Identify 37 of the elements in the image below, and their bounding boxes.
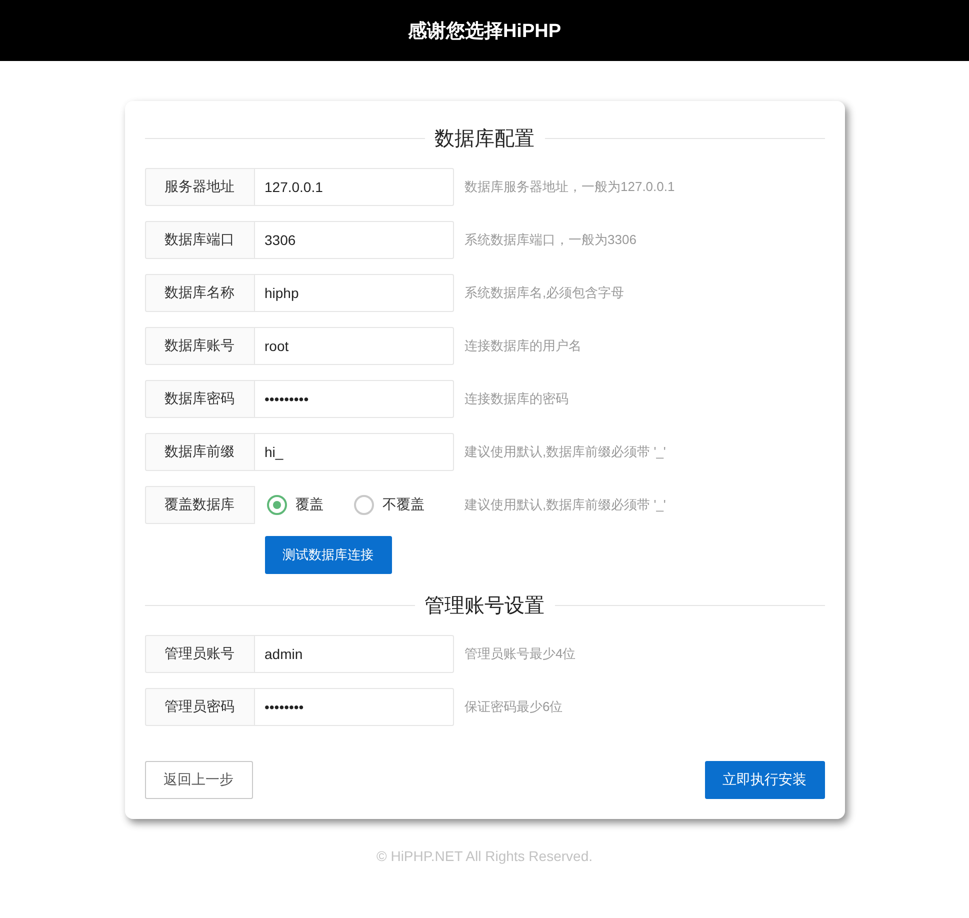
field-hint: 建议使用默认,数据库前缀必须带 '_' bbox=[464, 443, 666, 461]
input-field[interactable]: ••••••••• bbox=[254, 380, 454, 418]
section-title: 数据库配置 bbox=[434, 127, 534, 152]
radio-icon[interactable] bbox=[266, 495, 286, 515]
page-title: 感谢您选择HiPHP bbox=[408, 20, 562, 44]
field-hint: 建议使用默认,数据库前缀必须带 '_' bbox=[464, 496, 666, 514]
input-field[interactable]: admin bbox=[254, 635, 454, 673]
field-hint: 系统数据库端口，一般为3306 bbox=[464, 231, 636, 249]
input-field[interactable]: hiphp bbox=[254, 274, 454, 312]
field-label: 服务器地址 bbox=[144, 168, 254, 206]
radio-option[interactable]: 不覆盖 bbox=[354, 495, 424, 515]
test-connection-button[interactable]: 测试数据库连接 bbox=[264, 536, 392, 574]
input-field[interactable]: 3306 bbox=[254, 221, 454, 259]
input-field[interactable]: hi_ bbox=[254, 433, 454, 471]
field-label: 管理员账号 bbox=[144, 635, 254, 673]
field-hint: 连接数据库的用户名 bbox=[464, 337, 582, 355]
copyright-text: © HiPHP.NET All Rights Reserved. bbox=[376, 848, 594, 864]
field-hint: 连接数据库的密码 bbox=[464, 390, 568, 408]
field-label: 数据库前缀 bbox=[144, 433, 254, 471]
field-hint: 数据库服务器地址，一般为127.0.0.1 bbox=[464, 178, 675, 196]
field-label: 数据库端口 bbox=[144, 221, 254, 259]
field-hint: 管理员账号最少4位 bbox=[464, 645, 576, 663]
field-label: 数据库账号 bbox=[144, 327, 254, 365]
field-hint: 系统数据库名,必须包含字母 bbox=[464, 284, 624, 302]
field-label: 数据库密码 bbox=[144, 380, 254, 418]
input-field[interactable]: 127.0.0.1 bbox=[254, 168, 454, 206]
field-label: 数据库名称 bbox=[144, 274, 254, 312]
input-field[interactable]: •••••••• bbox=[254, 688, 454, 726]
field-hint: 保证密码最少6位 bbox=[464, 698, 563, 716]
field-label: 管理员密码 bbox=[144, 688, 254, 726]
field-label: 覆盖数据库 bbox=[144, 486, 254, 524]
section-title: 管理账号设置 bbox=[424, 594, 544, 619]
back-button[interactable]: 返回上一步 bbox=[144, 761, 252, 799]
input-field[interactable]: root bbox=[254, 327, 454, 365]
install-button[interactable]: 立即执行安装 bbox=[704, 761, 824, 799]
radio-option[interactable]: 覆盖 bbox=[266, 495, 324, 515]
radio-icon[interactable] bbox=[354, 495, 374, 515]
